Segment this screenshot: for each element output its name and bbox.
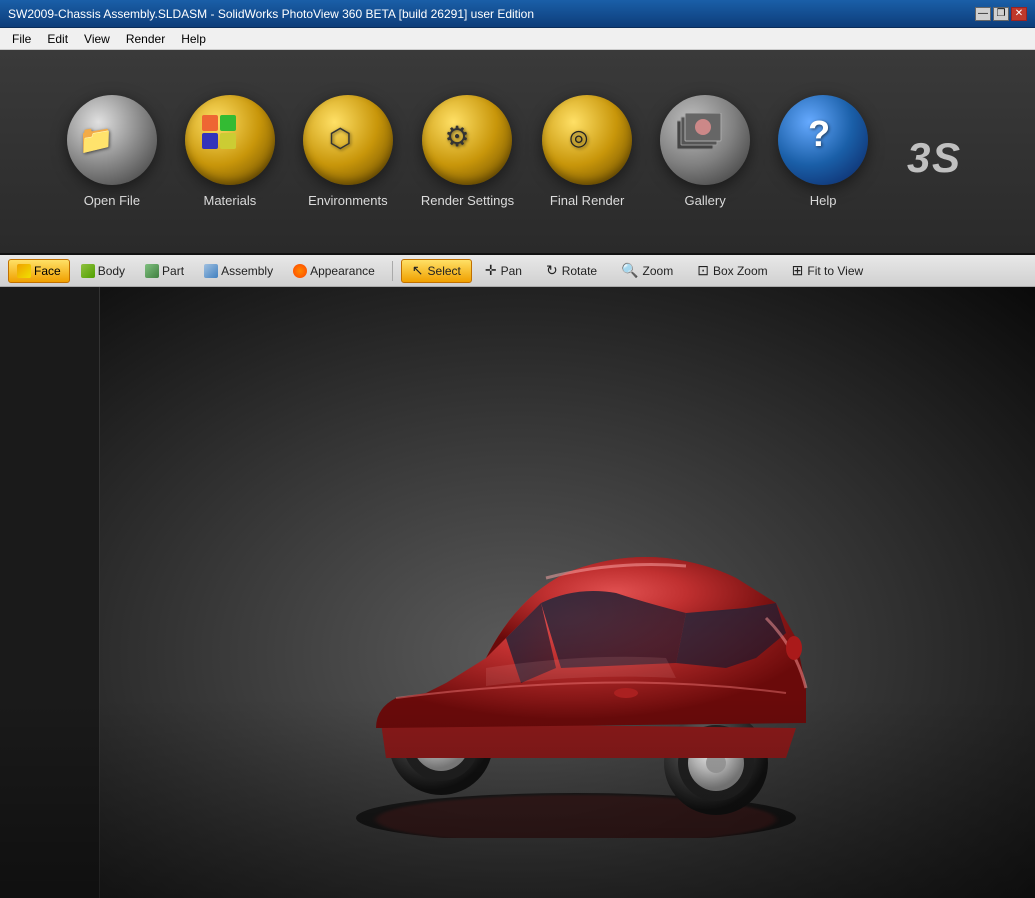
title-bar: SW2009-Chassis Assembly.SLDASM - SolidWo… xyxy=(0,0,1035,28)
render-settings-icon: ⚙ xyxy=(444,120,469,153)
menu-render[interactable]: Render xyxy=(118,28,173,49)
environments-icon: ⬡ xyxy=(329,123,352,154)
restore-button[interactable]: ❐ xyxy=(993,7,1009,21)
toolbar-environments[interactable]: ⬡ Environments xyxy=(299,91,397,212)
svg-text:S: S xyxy=(932,134,960,181)
body-label: Body xyxy=(98,264,125,278)
gallery-icon xyxy=(677,113,732,168)
window-controls: — ❐ ✕ xyxy=(975,7,1027,21)
select-part-button[interactable]: Part xyxy=(136,259,193,283)
toolbar-materials[interactable]: Materials xyxy=(181,91,279,212)
folder-icon: 📁 xyxy=(79,123,114,156)
render-settings-label: Render Settings xyxy=(421,193,514,208)
gallery-sphere xyxy=(660,95,750,185)
face-icon xyxy=(17,264,31,278)
menu-help[interactable]: Help xyxy=(173,28,214,49)
select-assembly-button[interactable]: Assembly xyxy=(195,259,282,283)
materials-icon xyxy=(200,113,260,173)
environments-sphere: ⬡ xyxy=(303,95,393,185)
toolbar-final-render[interactable]: ◎ Final Render xyxy=(538,91,636,212)
menu-view[interactable]: View xyxy=(76,28,118,49)
gallery-label: Gallery xyxy=(685,193,726,208)
final-render-label: Final Render xyxy=(550,193,624,208)
minimize-button[interactable]: — xyxy=(975,7,991,21)
fit-to-view-label: Fit to View xyxy=(807,264,863,278)
box-zoom-label: Box Zoom xyxy=(713,264,768,278)
rotate-button[interactable]: ↻ Rotate xyxy=(535,259,608,283)
selection-bar: Face Body Part Assembly Appearance ↖ Sel… xyxy=(0,255,1035,287)
car-front-detail xyxy=(786,636,802,660)
final-render-icon: ◎ xyxy=(569,125,588,151)
open-file-label: Open File xyxy=(84,193,140,208)
select-icon: ↖ xyxy=(412,262,424,279)
environments-label: Environments xyxy=(308,193,387,208)
help-icon: ? xyxy=(808,113,830,155)
car-door-detail xyxy=(614,688,638,698)
toolbar-help[interactable]: ? Help xyxy=(774,91,872,212)
open-file-sphere: 📁 xyxy=(67,95,157,185)
close-button[interactable]: ✕ xyxy=(1011,7,1027,21)
viewport[interactable] xyxy=(0,287,1035,898)
assembly-label: Assembly xyxy=(221,264,273,278)
body-icon xyxy=(81,264,95,278)
toolbar-open-file[interactable]: 📁 Open File xyxy=(63,91,161,212)
appearance-label: Appearance xyxy=(310,264,375,278)
menu-bar: File Edit View Render Help xyxy=(0,28,1035,50)
materials-sphere xyxy=(185,95,275,185)
select-body-button[interactable]: Body xyxy=(72,259,134,283)
box-zoom-button[interactable]: ⊡ Box Zoom xyxy=(686,259,778,283)
window-title: SW2009-Chassis Assembly.SLDASM - SolidWo… xyxy=(8,7,534,21)
ds-logo-svg: 3 S xyxy=(902,117,972,187)
zoom-icon: 🔍 xyxy=(621,262,638,279)
select-tool-button[interactable]: ↖ Select xyxy=(401,259,472,283)
face-label: Face xyxy=(34,264,61,278)
help-label: Help xyxy=(810,193,837,208)
fit-to-view-icon: ⊞ xyxy=(792,262,804,279)
rotate-label: Rotate xyxy=(562,264,597,278)
pan-button[interactable]: ✛ Pan xyxy=(474,259,533,283)
zoom-label: Zoom xyxy=(643,264,674,278)
zoom-button[interactable]: 🔍 Zoom xyxy=(610,259,684,283)
select-label: Select xyxy=(428,264,461,278)
final-render-sphere: ◎ xyxy=(542,95,632,185)
select-face-button[interactable]: Face xyxy=(8,259,70,283)
render-settings-sphere: ⚙ xyxy=(422,95,512,185)
ds-logo: 3 S xyxy=(902,117,972,187)
pan-label: Pan xyxy=(501,264,522,278)
rotate-icon: ↻ xyxy=(546,262,558,279)
toolbar-separator-1 xyxy=(392,261,393,281)
toolbar-render-settings[interactable]: ⚙ Render Settings xyxy=(417,91,518,212)
assembly-icon xyxy=(204,264,218,278)
select-appearance-button[interactable]: Appearance xyxy=(284,259,384,283)
svg-text:3: 3 xyxy=(907,134,930,181)
toolbar-gallery[interactable]: Gallery xyxy=(656,91,754,212)
box-zoom-icon: ⊡ xyxy=(697,262,709,279)
left-panel xyxy=(0,287,100,898)
car-model xyxy=(286,418,866,838)
fit-to-view-button[interactable]: ⊞ Fit to View xyxy=(781,259,875,283)
appearance-icon xyxy=(293,264,307,278)
menu-file[interactable]: File xyxy=(4,28,39,49)
car-chassis xyxy=(381,723,796,758)
materials-label: Materials xyxy=(204,193,257,208)
part-icon xyxy=(145,264,159,278)
toolbar: 📁 Open File Materials ⬡ Environments ⚙ R… xyxy=(0,50,1035,255)
help-sphere: ? xyxy=(778,95,868,185)
pan-icon: ✛ xyxy=(485,262,497,279)
part-label: Part xyxy=(162,264,184,278)
menu-edit[interactable]: Edit xyxy=(39,28,76,49)
